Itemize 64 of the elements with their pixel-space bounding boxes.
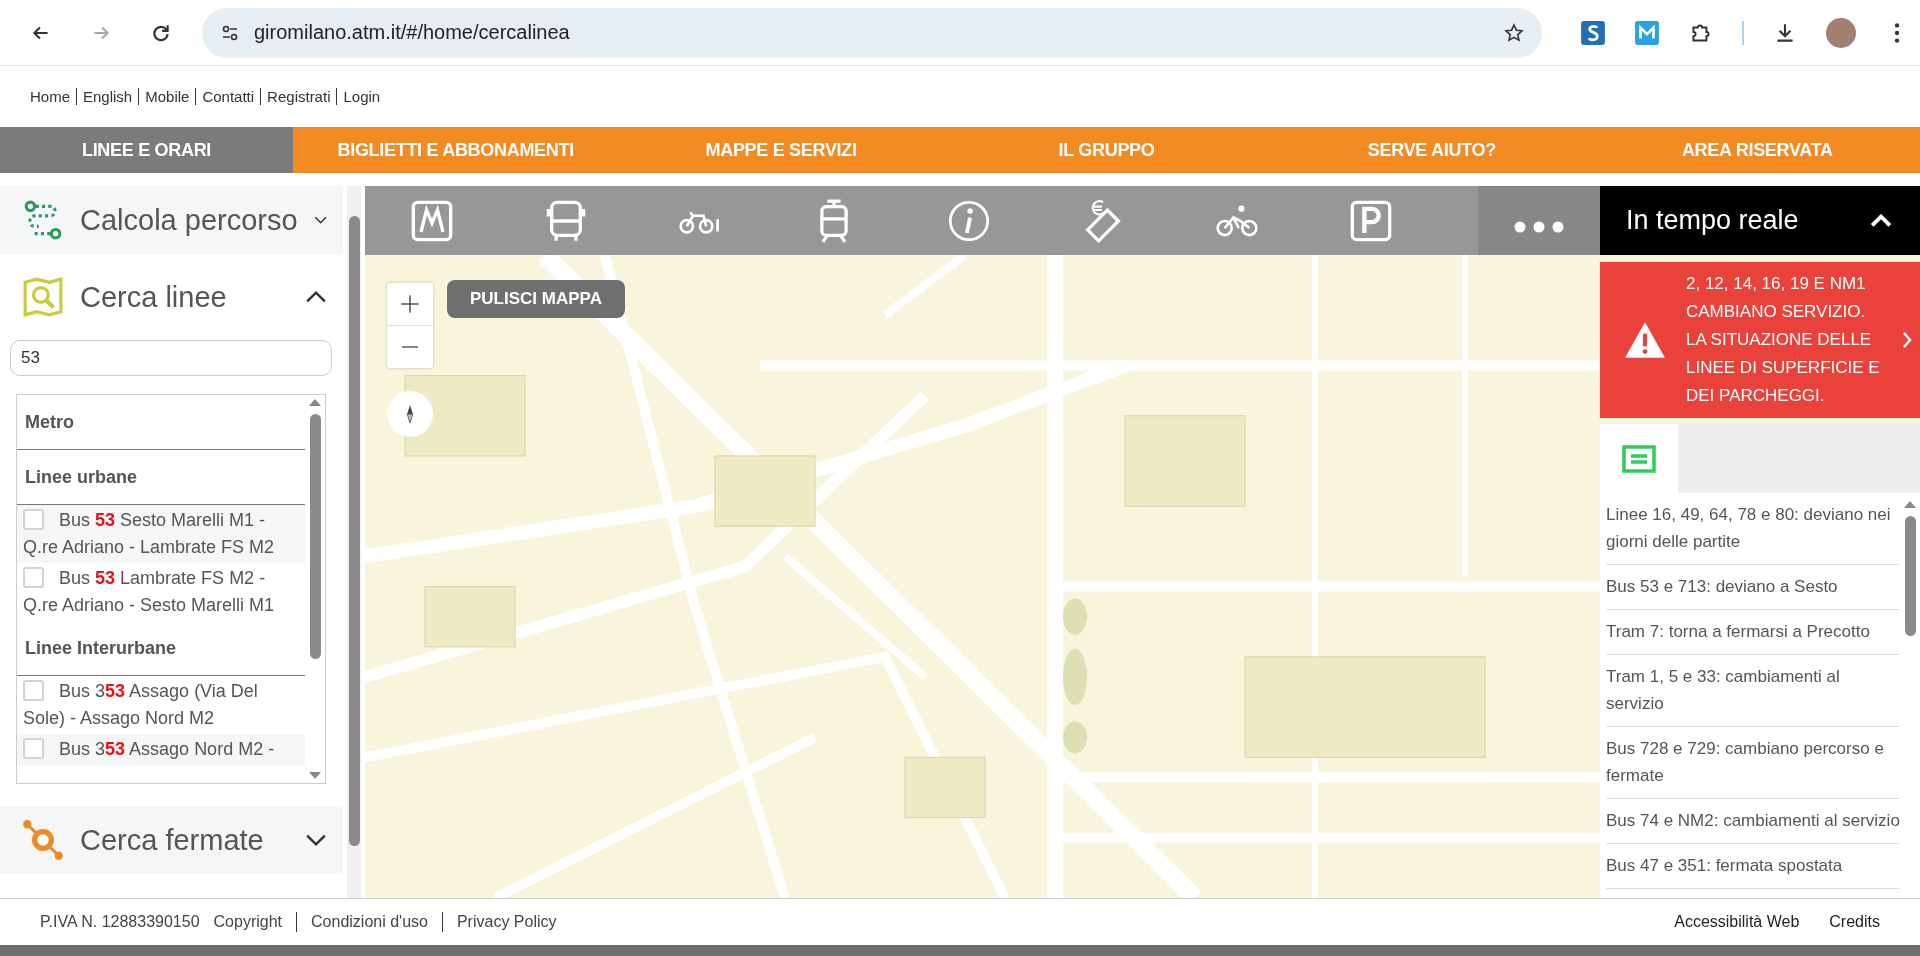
news-tab[interactable] [1600,424,1678,493]
plus-icon [399,293,421,315]
news-item[interactable]: Bus 74 e NM2: cambiamenti al servizio [1606,799,1900,844]
section-title: Cerca fermate [80,823,265,857]
news-item[interactable]: Linee 16, 49, 64, 78 e 80: deviano nei giorni delle partite [1606,493,1900,565]
caret-icon[interactable] [305,833,327,847]
footer-link[interactable]: Copyright [213,913,283,931]
more-button[interactable] [1478,186,1600,255]
parking-icon[interactable] [1348,198,1393,243]
checkbox[interactable] [23,567,44,588]
address-bar[interactable]: giromilano.atm.it/#/home/cercalinea [202,7,1542,58]
news-item[interactable]: Tram 1, 5 e 33: cambiamenti al servizio [1606,655,1900,727]
alert-text: 2, 12, 14, 16, 19 E NM1 CAMBIANO SERVIZIO. LA SITUAZIONE DELLE LINEE DI SUPERFICIE E DEI PARCHEGGI. [1686,273,1881,407]
header-link[interactable]: Mobile [145,88,190,105]
bookmark-star-icon[interactable] [1504,22,1524,43]
line-result[interactable]: Bus 53 Sesto Marelli M1 - Q.re Adriano - Lambrate FS M2 [17,505,305,563]
header-link[interactable]: Contatti [202,88,255,105]
avatar[interactable] [1826,17,1856,48]
route-icon [22,199,64,241]
minus-icon [400,346,420,348]
stop-icon [22,819,64,861]
clear-map-button[interactable]: PULISCI MAPPA [447,280,625,318]
header-link[interactable]: English [83,88,133,105]
group-heading: Metro [17,395,305,450]
chevron-right-icon [1902,331,1912,349]
caret-icon[interactable] [305,290,327,304]
realtime-header[interactable]: In tempo reale [1600,186,1920,255]
header-link[interactable]: Home [30,88,70,105]
map-search-icon [22,276,64,318]
section-title: Cerca linee [80,280,228,314]
news-item[interactable]: Bus 53 e 713: deviano a Sesto [1606,565,1900,610]
alert-banner[interactable]: 2, 12, 14, 16, 19 E NM1 CAMBIANO SERVIZIO. LA SITUAZIONE DELLE LINEE DI SUPERFICIE E DEI PARCHEGGI. [1600,262,1920,418]
header-link[interactable]: Login [343,88,381,105]
section-title: Calcola percorso [80,203,298,237]
footer-link[interactable]: Accessibilità Web [1674,913,1800,931]
news-item[interactable]: Bus 47 e 351: fermata spostata [1606,844,1900,889]
vat-number: P.IVA N. 12883390150 [40,913,200,931]
panel-title: In tempo reale [1626,205,1799,236]
search-field[interactable]: 53 [10,340,332,376]
line-result[interactable]: Bus 353 Assago Nord M2 - [17,734,305,765]
news-item[interactable]: Tram 7: torna a fermarsi a Precotto [1606,610,1900,655]
accordion-header[interactable]: Calcola percorso [0,186,343,254]
info-icon[interactable] [946,198,991,243]
news-icon [1622,444,1656,473]
url-text: giromilano.atm.it/#/home/cercalinea [254,21,571,44]
checkbox[interactable] [23,738,44,759]
scrollbar[interactable] [347,186,361,898]
checkbox[interactable] [23,509,44,530]
footer-link[interactable]: Credits [1829,913,1880,931]
line-result[interactable]: Bus 353 Assago (Via Del Sole) - Assago Nord M2 [17,676,305,734]
news-item[interactable]: Bus 728 e 729: cambiano percorso e fermate [1606,727,1900,799]
footer-link[interactable]: Privacy Policy [456,913,557,931]
metro-icon[interactable] [410,198,455,243]
nav-tab[interactable]: LINEE E ORARI [0,127,293,173]
footer-link[interactable]: Condizioni d'uso [311,913,428,931]
extension-icon[interactable] [1580,19,1606,46]
warning-icon [1624,321,1666,359]
group-heading: Linee Interurbane [17,621,305,676]
line-result[interactable]: Bus 53 Lambrate FS M2 - Q.re Adriano - Sesto Marelli M1 [17,563,305,621]
checkbox[interactable] [23,680,44,701]
extension-icon[interactable] [1634,19,1660,46]
header-link[interactable]: Registrati [267,88,331,105]
accordion-header[interactable]: Cerca fermate [0,806,343,874]
more-icon [1514,220,1564,233]
